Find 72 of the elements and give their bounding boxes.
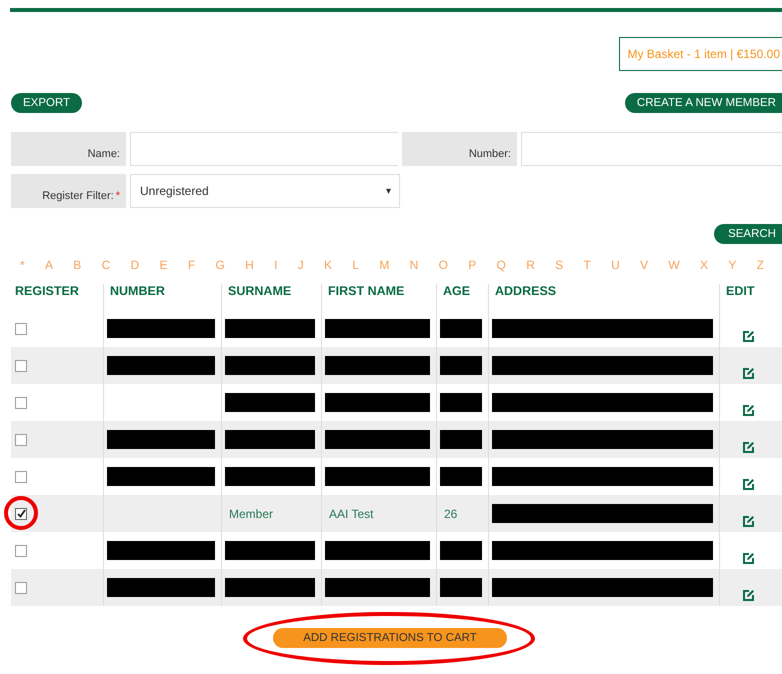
- column-header: FIRST NAME: [328, 284, 404, 298]
- edit-icon[interactable]: [742, 552, 755, 565]
- letter-filter-link[interactable]: G: [215, 258, 225, 272]
- letter-filter-link[interactable]: P: [468, 258, 476, 272]
- letter-filter-link[interactable]: *: [20, 258, 25, 272]
- required-mark: *: [116, 190, 120, 202]
- name-label: Name:: [88, 148, 120, 160]
- letter-filter-link[interactable]: V: [640, 258, 648, 272]
- letter-filter-link[interactable]: A: [44, 258, 53, 272]
- register-checkbox[interactable]: [15, 470, 27, 482]
- letter-filter-link[interactable]: T: [583, 258, 591, 272]
- edit-icon[interactable]: [742, 404, 755, 417]
- number-field[interactable]: [521, 132, 782, 166]
- letter-filter-link[interactable]: C: [102, 258, 110, 272]
- letter-filter-link[interactable]: N: [410, 258, 418, 272]
- register-checkbox[interactable]: [15, 582, 27, 594]
- register-filter-label: Register Filter:: [42, 190, 114, 202]
- edit-icon[interactable]: [742, 478, 755, 491]
- letter-filter-link[interactable]: H: [245, 258, 254, 272]
- edit-icon[interactable]: [742, 441, 755, 454]
- register-filter-dropdown[interactable]: Unregistered ▾: [130, 174, 400, 208]
- letter-filter-link[interactable]: U: [611, 258, 620, 272]
- redaction-bar: [440, 578, 482, 597]
- letter-filter-link[interactable]: E: [160, 258, 168, 272]
- search-button[interactable]: SEARCH: [714, 224, 782, 244]
- register-checkbox[interactable]: [15, 508, 27, 520]
- letter-filter-link[interactable]: Y: [728, 258, 736, 272]
- letter-filter-link[interactable]: B: [73, 258, 82, 272]
- letter-filter-link[interactable]: L: [352, 258, 360, 272]
- column-header: REGISTER: [15, 284, 79, 298]
- letter-filter-link[interactable]: W: [668, 258, 680, 272]
- column-header: ADDRESS: [495, 284, 556, 298]
- table-cell-text: Member: [228, 506, 274, 520]
- letter-filter-link[interactable]: M: [379, 258, 390, 272]
- redaction-bar: [440, 430, 482, 449]
- create-member-button[interactable]: CREATE A NEW MEMBER: [624, 93, 782, 113]
- letter-filter-link[interactable]: S: [555, 258, 564, 272]
- redaction-bar: [440, 541, 482, 560]
- redaction-bar: [440, 319, 482, 338]
- letter-filter-link[interactable]: I: [274, 258, 278, 272]
- letter-filter-link[interactable]: X: [700, 258, 708, 272]
- letter-filter-link[interactable]: R: [526, 258, 535, 272]
- letter-filter-link[interactable]: O: [438, 258, 448, 272]
- column-header: NUMBER: [110, 284, 165, 298]
- letter-filter-link[interactable]: D: [130, 258, 140, 272]
- redaction-bar: [440, 356, 482, 375]
- export-button[interactable]: EXPORT: [11, 93, 82, 113]
- edit-icon[interactable]: [742, 589, 755, 602]
- number-label: Number:: [468, 148, 511, 160]
- register-checkbox[interactable]: [15, 360, 27, 372]
- register-checkbox[interactable]: [15, 544, 27, 556]
- letter-filter-link[interactable]: J: [298, 258, 304, 272]
- letter-filter-link[interactable]: Z: [756, 258, 764, 272]
- register-checkbox[interactable]: [15, 396, 27, 408]
- redaction-bar: [440, 393, 482, 412]
- table-cell-text: 26: [443, 506, 458, 520]
- column-header: EDIT: [726, 284, 754, 298]
- edit-icon[interactable]: [742, 367, 755, 380]
- name-field[interactable]: [130, 132, 398, 166]
- letter-filter-link[interactable]: K: [324, 258, 332, 272]
- letter-filter-link[interactable]: F: [188, 258, 196, 272]
- register-checkbox[interactable]: [15, 434, 27, 446]
- basket-summary[interactable]: My Basket - 1 item | €150.00: [619, 37, 782, 71]
- column-header: AGE: [443, 284, 470, 298]
- redaction-bar: [440, 467, 482, 486]
- register-checkbox[interactable]: [15, 322, 27, 334]
- letter-filter-link[interactable]: Q: [496, 258, 506, 272]
- table-cell-text: AAI Test: [328, 506, 374, 520]
- add-registrations-button[interactable]: ADD REGISTRATIONS TO CART: [273, 628, 507, 648]
- edit-icon[interactable]: [742, 330, 755, 343]
- edit-icon[interactable]: [742, 515, 755, 528]
- column-header: SURNAME: [228, 284, 292, 298]
